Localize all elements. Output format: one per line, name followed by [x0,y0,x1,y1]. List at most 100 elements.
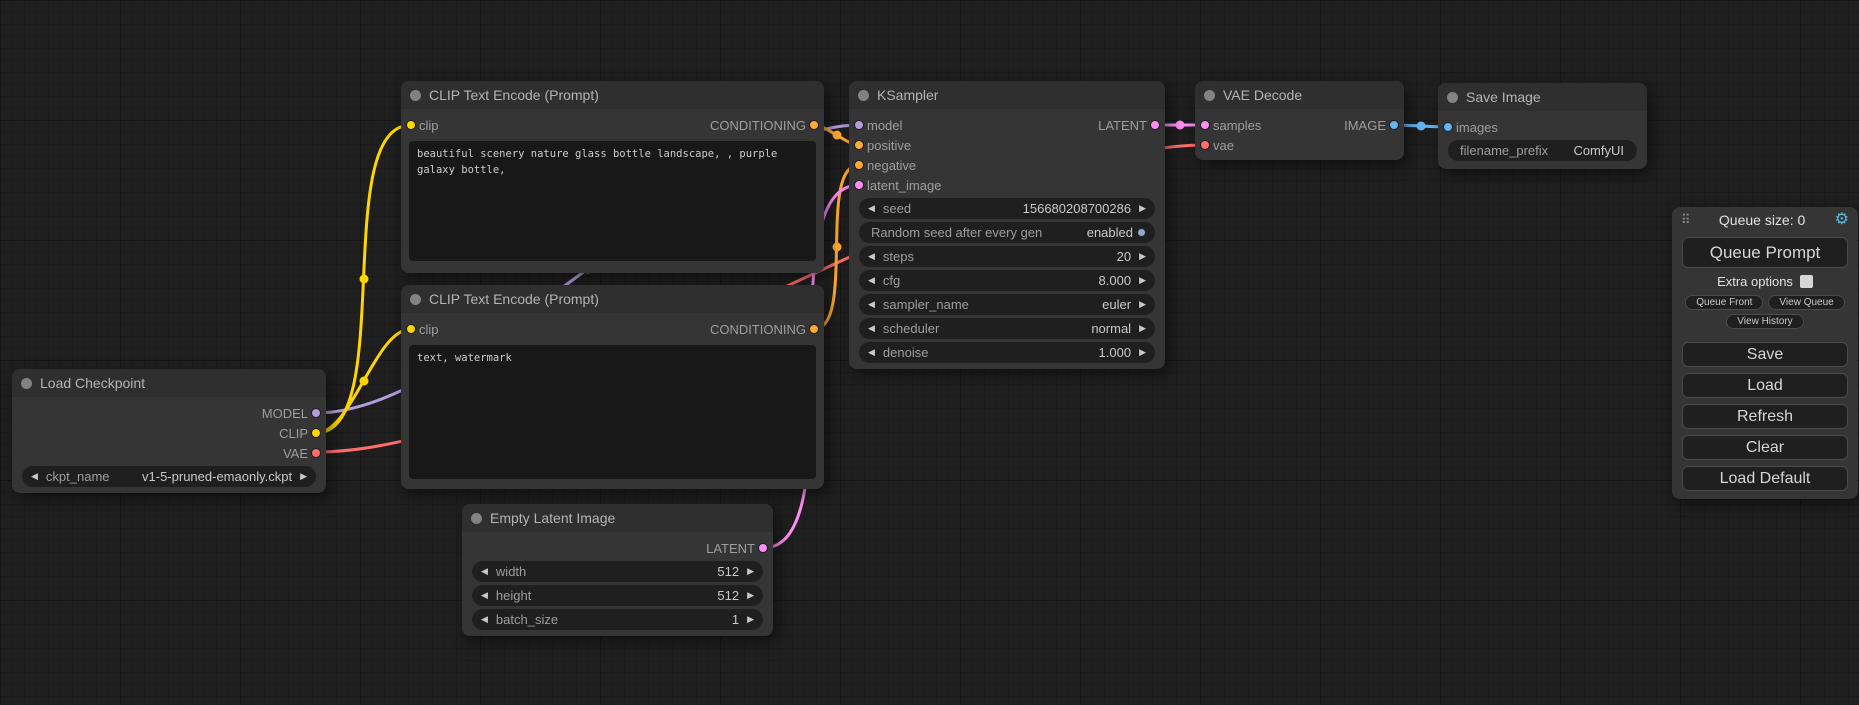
node-ksampler[interactable]: KSampler model LATENT positive negative … [849,81,1165,369]
node-collapse-dot-icon[interactable] [1204,90,1215,101]
increment-arrow-icon[interactable]: ▶ [747,591,754,600]
denoise-widget[interactable]: ◀ denoise 1.000 ▶ [859,342,1155,363]
refresh-button[interactable]: Refresh [1682,404,1848,429]
save-image-title-bar[interactable]: Save Image [1438,83,1647,111]
widget-value: 1 [732,612,739,627]
clip-output-port[interactable] [311,428,321,438]
increment-arrow-icon[interactable]: ▶ [1139,252,1146,261]
increment-arrow-icon[interactable]: ▶ [1139,276,1146,285]
decrement-arrow-icon[interactable]: ◀ [868,204,875,213]
increment-arrow-icon[interactable]: ▶ [747,567,754,576]
images-input-port[interactable] [1443,122,1453,132]
width-widget[interactable]: ◀ width 512 ▶ [472,561,763,582]
load-button[interactable]: Load [1682,373,1848,398]
negative-input-label: negative [867,158,916,173]
widget-name: ckpt_name [46,469,110,484]
ckpt-name-widget[interactable]: ◀ ckpt_name v1-5-pruned-emaonly.ckpt ▶ [22,466,316,487]
scheduler-widget[interactable]: ◀ scheduler normal ▶ [859,318,1155,339]
negative-prompt-textarea[interactable]: text, watermark [409,345,816,479]
toggle-knob-icon[interactable] [1137,228,1146,237]
decrement-arrow-icon[interactable]: ◀ [481,615,488,624]
cfg-widget[interactable]: ◀ cfg 8.000 ▶ [859,270,1155,291]
node-collapse-dot-icon[interactable] [858,90,869,101]
image-output-port[interactable] [1389,120,1399,130]
widget-value: euler [1102,297,1131,312]
model-output-port[interactable] [311,408,321,418]
extra-options-checkbox[interactable] [1800,275,1813,288]
vae-input-label: vae [1213,138,1234,153]
increment-arrow-icon[interactable]: ▶ [1139,300,1146,309]
drag-handle-icon[interactable]: ⠿ [1681,212,1690,228]
node-collapse-dot-icon[interactable] [410,90,421,101]
increment-arrow-icon[interactable]: ▶ [300,472,307,481]
clip-text-encode-title-bar[interactable]: CLIP Text Encode (Prompt) [401,81,824,109]
settings-gear-icon[interactable]: ⚙ [1835,212,1849,228]
samples-input-port[interactable] [1200,120,1210,130]
decrement-arrow-icon[interactable]: ◀ [481,567,488,576]
decrement-arrow-icon[interactable]: ◀ [868,324,875,333]
load-default-button[interactable]: Load Default [1682,466,1848,491]
view-queue-button[interactable]: View Queue [1768,295,1844,310]
model-input-port[interactable] [854,120,864,130]
latent-image-input-port[interactable] [854,180,864,190]
node-graph-canvas[interactable]: Load Checkpoint MODEL CLIP VAE ◀ ckpt_na… [0,0,1859,705]
load-checkpoint-title-bar[interactable]: Load Checkpoint [12,369,326,397]
slot-row: VAE [12,443,326,463]
positive-input-port[interactable] [854,140,864,150]
node-save-image[interactable]: Save Image images filename_prefix ComfyU… [1438,83,1647,169]
widget-value: 156680208700286 [1023,201,1131,216]
decrement-arrow-icon[interactable]: ◀ [481,591,488,600]
seed-widget[interactable]: ◀ seed 156680208700286 ▶ [859,198,1155,219]
latent-output-port[interactable] [1150,120,1160,130]
random-seed-toggle[interactable]: Random seed after every gen enabled [859,222,1155,243]
conditioning-output-port[interactable] [809,120,819,130]
filename-prefix-widget[interactable]: filename_prefix ComfyUI [1448,140,1637,161]
clear-button[interactable]: Clear [1682,435,1848,460]
increment-arrow-icon[interactable]: ▶ [1139,324,1146,333]
negative-input-port[interactable] [854,160,864,170]
node-collapse-dot-icon[interactable] [21,378,32,389]
clip-input-port[interactable] [406,120,416,130]
decrement-arrow-icon[interactable]: ◀ [868,348,875,357]
node-collapse-dot-icon[interactable] [1447,92,1458,103]
save-button[interactable]: Save [1682,342,1848,367]
vae-output-port[interactable] [311,448,321,458]
node-clip-text-encode-positive[interactable]: CLIP Text Encode (Prompt) clip CONDITION… [401,81,824,273]
increment-arrow-icon[interactable]: ▶ [1139,348,1146,357]
vae-decode-title-bar[interactable]: VAE Decode [1195,81,1404,109]
clip-output-label: CLIP [279,426,308,441]
slot-row: latent_image [849,175,1165,195]
queue-front-button[interactable]: Queue Front [1685,295,1763,310]
node-collapse-dot-icon[interactable] [471,513,482,524]
slot-row: images [1438,117,1647,137]
positive-prompt-textarea[interactable]: beautiful scenery nature glass bottle la… [409,141,816,261]
widget-name: cfg [883,273,900,288]
latent-output-port[interactable] [758,543,768,553]
node-collapse-dot-icon[interactable] [410,294,421,305]
clip-input-port[interactable] [406,324,416,334]
batch-size-widget[interactable]: ◀ batch_size 1 ▶ [472,609,763,630]
node-load-checkpoint[interactable]: Load Checkpoint MODEL CLIP VAE ◀ ckpt_na… [12,369,326,493]
increment-arrow-icon[interactable]: ▶ [1139,204,1146,213]
decrement-arrow-icon[interactable]: ◀ [31,472,38,481]
ksampler-title-bar[interactable]: KSampler [849,81,1165,109]
queue-small-button-row: Queue Front View Queue [1672,295,1858,310]
node-empty-latent-image[interactable]: Empty Latent Image LATENT ◀ width 512 ▶ … [462,504,773,636]
latent-output-label: LATENT [706,541,755,556]
node-vae-decode[interactable]: VAE Decode samples IMAGE vae [1195,81,1404,160]
increment-arrow-icon[interactable]: ▶ [747,615,754,624]
steps-widget[interactable]: ◀ steps 20 ▶ [859,246,1155,267]
toggle-name: Random seed after every gen [871,225,1042,240]
view-history-button[interactable]: View History [1726,314,1803,329]
decrement-arrow-icon[interactable]: ◀ [868,252,875,261]
vae-input-port[interactable] [1200,140,1210,150]
empty-latent-image-title-bar[interactable]: Empty Latent Image [462,504,773,532]
conditioning-output-port[interactable] [809,324,819,334]
decrement-arrow-icon[interactable]: ◀ [868,276,875,285]
clip-text-encode-title-bar[interactable]: CLIP Text Encode (Prompt) [401,285,824,313]
decrement-arrow-icon[interactable]: ◀ [868,300,875,309]
sampler-name-widget[interactable]: ◀ sampler_name euler ▶ [859,294,1155,315]
node-clip-text-encode-negative[interactable]: CLIP Text Encode (Prompt) clip CONDITION… [401,285,824,489]
queue-prompt-button[interactable]: Queue Prompt [1682,237,1848,268]
height-widget[interactable]: ◀ height 512 ▶ [472,585,763,606]
